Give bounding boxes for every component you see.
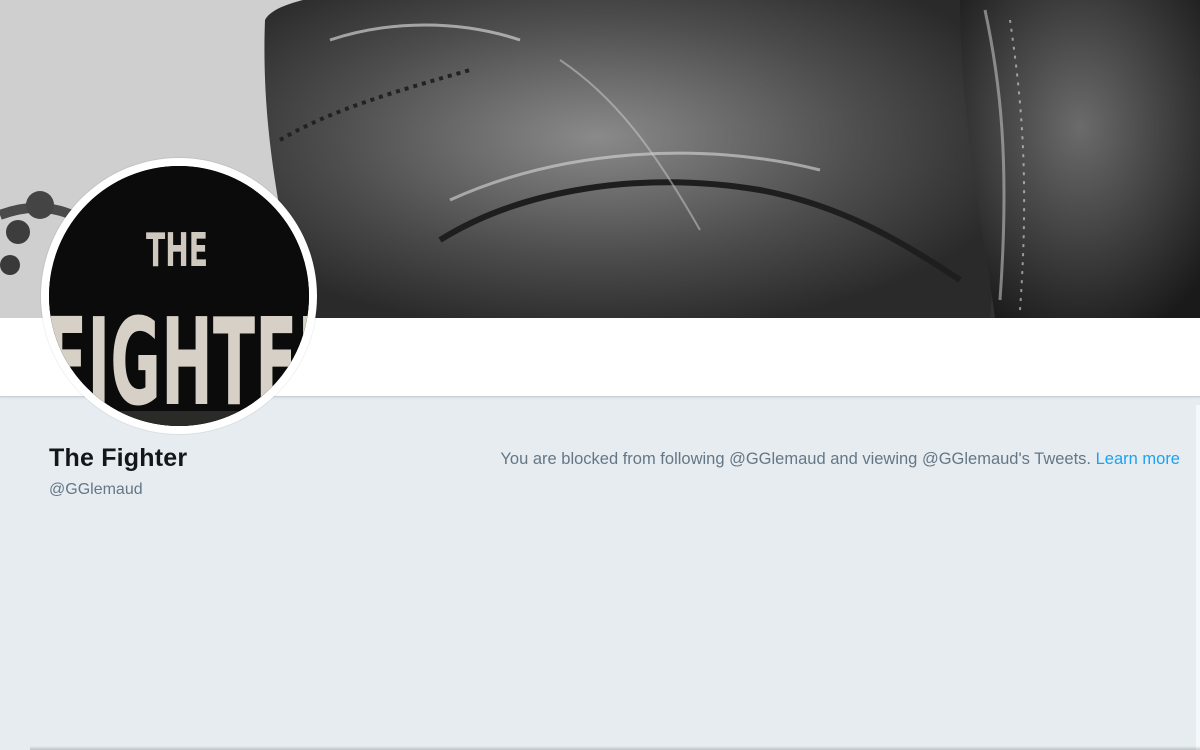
avatar-text-fighter: FIGHTER <box>49 294 309 426</box>
learn-more-link[interactable]: Learn more <box>1096 450 1180 468</box>
profile-page: THE FIGHTER The Fighter @GGlemaud You ar… <box>0 0 1200 750</box>
right-edge-divider <box>1196 405 1200 750</box>
avatar-text-the: THE <box>146 223 208 277</box>
profile-avatar[interactable]: THE FIGHTER <box>41 158 317 434</box>
blocked-notice-text: You are blocked from following @GGlemaud… <box>500 450 1096 468</box>
profile-handle: @GGlemaud <box>49 481 143 498</box>
avatar-image: THE FIGHTER <box>49 166 309 426</box>
blocked-notice: You are blocked from following @GGlemaud… <box>500 450 1180 469</box>
profile-display-name: The Fighter <box>49 444 188 472</box>
bottom-edge-shadow <box>30 746 1200 750</box>
